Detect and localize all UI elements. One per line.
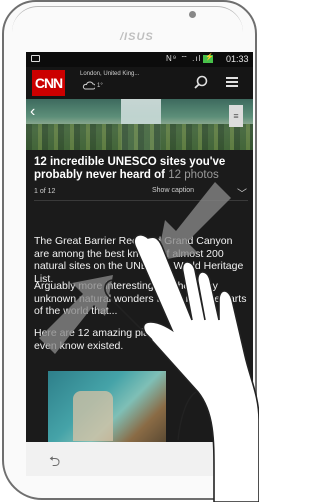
article-paragraph: The Great Barrier Reef and Grand Canyon … — [34, 235, 244, 285]
signal-icons: N⁹ ⌔ .ıl — [166, 54, 202, 63]
battery-icon — [203, 53, 215, 63]
divider — [34, 200, 248, 201]
trees — [26, 124, 253, 150]
status-time: 01:33 — [226, 54, 249, 64]
location-label[interactable]: London, United King... — [80, 71, 139, 77]
hero-image[interactable]: ‹ ≡ — [26, 99, 253, 150]
search-icon[interactable] — [194, 75, 208, 89]
status-bar: N⁹ ⌔ .ıl 01:33 — [26, 52, 253, 67]
article-photo[interactable] — [48, 371, 166, 442]
notification-icon — [31, 55, 40, 62]
chevron-left-icon[interactable]: ‹ — [30, 103, 35, 121]
article-paragraph: Here are 12 amazing places you may not e… — [34, 327, 226, 352]
photo-detail — [73, 391, 113, 441]
back-icon[interactable]: ⮌ — [49, 451, 60, 475]
chevron-down-icon[interactable]: ﹀ — [237, 185, 247, 200]
article-paragraph: Arguably more interesting are the many u… — [34, 280, 247, 317]
device-brand-logo: /ISUS — [120, 31, 154, 43]
temperature: 1° — [97, 83, 103, 89]
cloud-icon — [82, 81, 95, 90]
caption-toggle[interactable]: Show caption — [152, 187, 194, 194]
cnn-logo[interactable]: CNN — [32, 70, 65, 96]
front-camera — [189, 11, 196, 18]
scroll-handle-icon[interactable]: ≡ — [229, 105, 243, 127]
app-header: CNN London, United King... 1° — [26, 67, 253, 99]
photo-count: 12 photos — [168, 169, 219, 181]
menu-icon[interactable] — [226, 77, 238, 87]
status-icons: N⁹ ⌔ .ıl — [166, 53, 215, 64]
article-title: 12 incredible UNESCO sites you've probab… — [34, 156, 248, 182]
gallery-counter: 1 of 12 — [34, 188, 56, 195]
phone-screen: N⁹ ⌔ .ıl 01:33 CNN London, United King..… — [26, 52, 253, 442]
